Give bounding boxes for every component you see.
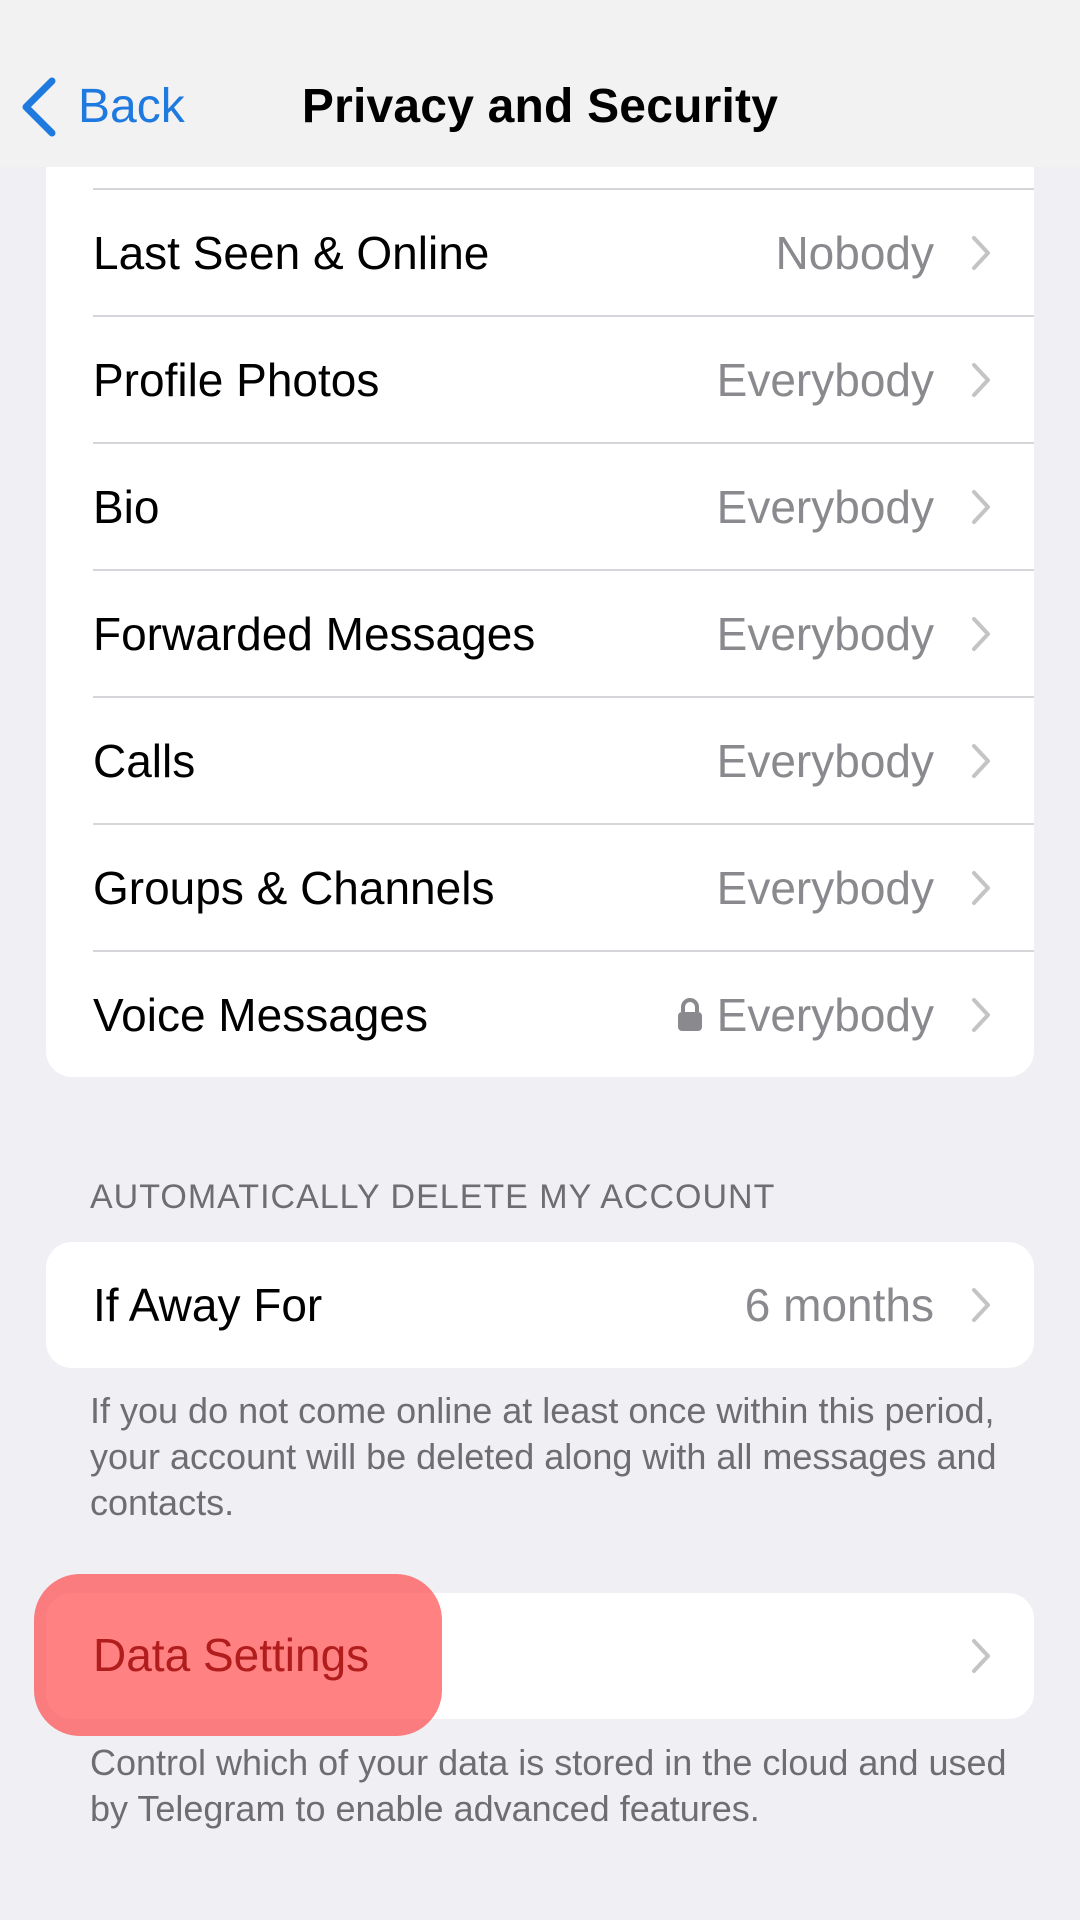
data-settings-label[interactable]: Data Settings	[93, 1632, 369, 1678]
row-label: Profile Photos	[93, 354, 380, 406]
row-forwarded-messages[interactable]: Forwarded Messages Everybody	[46, 571, 1034, 697]
row-label: Forwarded Messages	[93, 608, 536, 660]
row-profile-photos[interactable]: Profile Photos Everybody	[46, 317, 1034, 443]
chevron-right-icon	[972, 617, 990, 651]
auto-delete-card: If Away For 6 months	[46, 1242, 1034, 1368]
row-value: Everybody	[716, 481, 934, 533]
section-header-auto-delete: AUTOMATICALLY DELETE MY ACCOUNT	[90, 1178, 776, 1216]
row-groups-channels[interactable]: Groups & Channels Everybody	[46, 825, 1034, 951]
row-value: Everybody	[716, 608, 934, 660]
row-value: Everybody	[716, 862, 934, 914]
row-value: Nobody	[775, 227, 934, 279]
row-value: Everybody	[716, 735, 934, 787]
chevron-right-icon	[972, 998, 990, 1032]
chevron-right-icon	[972, 1639, 990, 1673]
chevron-right-icon	[972, 871, 990, 905]
row-label: If Away For	[93, 1279, 323, 1331]
chevron-right-icon	[972, 744, 990, 778]
navigation-bar: Back Privacy and Security	[0, 0, 1080, 167]
row-voice-messages[interactable]: Voice Messages Everybody	[46, 952, 1034, 1078]
chevron-right-icon	[972, 236, 990, 270]
page-title: Privacy and Security	[301, 80, 779, 133]
auto-delete-footnote: If you do not come online at least once …	[90, 1390, 997, 1523]
row-value: Everybody	[716, 354, 934, 406]
privacy-security-screen: Back Privacy and Security Last Seen & On…	[0, 0, 1080, 1920]
row-calls[interactable]: Calls Everybody	[46, 698, 1034, 824]
row-label: Calls	[93, 735, 196, 787]
row-value-locked: Everybody	[677, 992, 934, 1038]
chevron-right-icon	[972, 363, 990, 397]
row-label: Groups & Channels	[93, 862, 495, 914]
lock-icon	[677, 998, 702, 1031]
row-value: Everybody	[716, 989, 934, 1041]
chevron-right-icon	[972, 1288, 990, 1322]
row-label: Last Seen & Online	[93, 227, 490, 279]
row-last-seen-online[interactable]: Last Seen & Online Nobody	[46, 190, 1034, 316]
row-label: Voice Messages	[93, 989, 428, 1041]
data-settings-footnote: Control which of your data is stored in …	[90, 1742, 1007, 1829]
privacy-settings-list: Last Seen & Online Nobody Profile Photos…	[46, 167, 1034, 1077]
chevron-right-icon	[972, 490, 990, 524]
row-if-away-for[interactable]: If Away For 6 months	[46, 1242, 1034, 1368]
row-label: Bio	[93, 481, 160, 533]
row-bio[interactable]: Bio Everybody	[46, 444, 1034, 570]
row-value: 6 months	[744, 1279, 934, 1331]
